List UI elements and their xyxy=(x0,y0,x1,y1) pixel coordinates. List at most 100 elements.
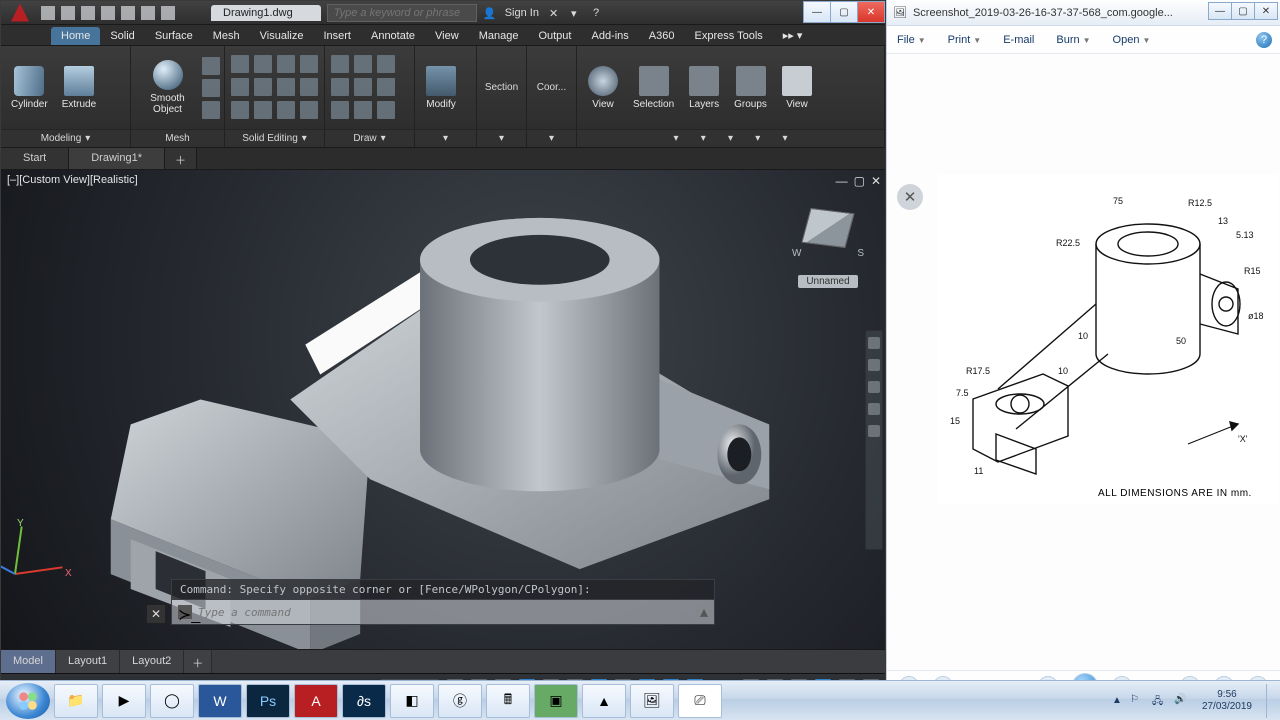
viewer-max-button[interactable]: ▢ xyxy=(1231,2,1255,20)
layout-2[interactable]: Layout2 xyxy=(120,650,184,673)
menu-file[interactable]: File▼ xyxy=(897,34,926,46)
tool-icon[interactable] xyxy=(300,55,318,73)
mesh-tool-icon[interactable] xyxy=(202,57,220,75)
model-viewport[interactable]: [–][Custom View][Realistic] — ▢ ✕ xyxy=(1,170,885,649)
layout-add[interactable]: ＋ xyxy=(184,650,212,673)
tb-ds-icon[interactable]: ∂s xyxy=(342,684,386,718)
tool-icon[interactable] xyxy=(377,101,395,119)
tray-up-icon[interactable]: ▲ xyxy=(1112,695,1122,706)
cube-icon[interactable] xyxy=(801,208,854,248)
viewer-min-button[interactable]: — xyxy=(1208,2,1232,20)
view-button[interactable]: View xyxy=(581,64,625,112)
tb-vlc-icon[interactable]: ▲ xyxy=(582,684,626,718)
menu-email[interactable]: E-mail xyxy=(1003,34,1034,46)
tab-express[interactable]: Express Tools xyxy=(684,27,772,45)
cmd-close-icon[interactable]: ✕ xyxy=(147,605,165,623)
section-button[interactable]: Section xyxy=(485,82,518,93)
tb-calc-icon[interactable]: 🖩 xyxy=(486,684,530,718)
tool-icon[interactable] xyxy=(277,78,295,96)
viewer-help-icon[interactable]: ? xyxy=(1256,32,1272,48)
redo-icon[interactable] xyxy=(161,6,175,20)
modify-button[interactable]: Modify xyxy=(419,64,463,112)
tab-output[interactable]: Output xyxy=(528,27,581,45)
tool-icon[interactable] xyxy=(377,55,395,73)
mesh-tool-icon[interactable] xyxy=(202,101,220,119)
tool-icon[interactable] xyxy=(331,78,349,96)
tab-view[interactable]: View xyxy=(425,27,469,45)
search-input[interactable] xyxy=(327,4,477,22)
smooth-object-button[interactable]: Smooth Object xyxy=(135,58,200,117)
tool-icon[interactable] xyxy=(354,78,372,96)
tool-icon[interactable] xyxy=(277,101,295,119)
nav-showmotion-icon[interactable] xyxy=(868,425,880,437)
mesh-tool-icon[interactable] xyxy=(202,79,220,97)
coord-button[interactable]: Coor... xyxy=(537,82,566,93)
tab-a360[interactable]: A360 xyxy=(639,27,685,45)
tool-icon[interactable] xyxy=(254,101,272,119)
tray-clock[interactable]: 9:56 27/03/2019 xyxy=(1202,689,1252,712)
nav-bar[interactable] xyxy=(865,330,883,550)
panel-modeling-label[interactable]: Modeling ▾ xyxy=(1,129,130,147)
tb-word-icon[interactable]: W xyxy=(198,684,242,718)
menu-open[interactable]: Open▼ xyxy=(1113,34,1151,46)
saveas-icon[interactable] xyxy=(101,6,115,20)
extrude-button[interactable]: Extrude xyxy=(56,64,102,112)
tab-mesh[interactable]: Mesh xyxy=(203,27,250,45)
nav-zoom-icon[interactable] xyxy=(868,381,880,393)
doctab-add[interactable]: ＋ xyxy=(165,148,197,169)
tool-icon[interactable] xyxy=(354,101,372,119)
save-icon[interactable] xyxy=(81,6,95,20)
show-desktop-button[interactable] xyxy=(1266,684,1274,718)
tool-icon[interactable] xyxy=(300,101,318,119)
nav-wheel-icon[interactable] xyxy=(868,337,880,349)
menu-burn[interactable]: Burn▼ xyxy=(1056,34,1090,46)
cylinder-button[interactable]: Cylinder xyxy=(5,64,54,112)
tool-icon[interactable] xyxy=(254,78,272,96)
selection-button[interactable]: Selection xyxy=(627,64,680,112)
tb-ps-icon[interactable]: Ps xyxy=(246,684,290,718)
tab-manage[interactable]: Manage xyxy=(469,27,529,45)
close-button[interactable]: ✕ xyxy=(857,1,885,23)
tray-flag-icon[interactable]: ⚐ xyxy=(1130,694,1144,708)
exchange-icon[interactable]: ✕ xyxy=(549,7,561,19)
tab-insert[interactable]: Insert xyxy=(313,27,361,45)
cmd-recent-icon[interactable]: ▴ xyxy=(700,602,708,622)
tool-icon[interactable] xyxy=(231,55,249,73)
tab-solid[interactable]: Solid xyxy=(100,27,144,45)
tab-home[interactable]: Home xyxy=(51,27,100,45)
groups-button[interactable]: Groups xyxy=(728,64,773,112)
tool-icon[interactable] xyxy=(277,55,295,73)
filename-tab[interactable]: Drawing1.dwg xyxy=(211,5,321,21)
tab-more-icon[interactable]: ▸▸ ▾ xyxy=(773,26,813,45)
tb-explorer-icon[interactable]: 📁 xyxy=(54,684,98,718)
open-icon[interactable] xyxy=(61,6,75,20)
tb-viewer-icon[interactable]: 🖼 xyxy=(630,684,674,718)
tab-annotate[interactable]: Annotate xyxy=(361,27,425,45)
tb-autocad-icon[interactable]: A xyxy=(294,684,338,718)
minimize-button[interactable]: — xyxy=(803,1,831,23)
nav-pan-icon[interactable] xyxy=(868,359,880,371)
tray-net-icon[interactable]: 🖧 xyxy=(1152,694,1166,708)
viewcube[interactable]: WS Unnamed xyxy=(789,210,867,288)
viewer-close-button[interactable]: ✕ xyxy=(1254,2,1278,20)
viewcube-state[interactable]: Unnamed xyxy=(798,275,857,288)
panel-modify-expand[interactable]: ▾ xyxy=(415,129,476,147)
tb-app2-icon[interactable]: ⓖ xyxy=(438,684,482,718)
overlay-close-icon[interactable]: ✕ xyxy=(897,184,923,210)
plot-icon[interactable] xyxy=(121,6,135,20)
tool-icon[interactable] xyxy=(331,55,349,73)
tb-rec-icon[interactable]: ⎚ xyxy=(678,684,722,718)
signin-button[interactable]: Sign In xyxy=(505,7,539,19)
tray-vol-icon[interactable]: 🔊 xyxy=(1174,694,1188,708)
doctab-drawing1[interactable]: Drawing1* xyxy=(69,148,165,169)
tool-icon[interactable] xyxy=(300,78,318,96)
tab-surface[interactable]: Surface xyxy=(145,27,203,45)
panel-draw-label[interactable]: Draw ▾ xyxy=(325,129,414,147)
tab-visualize[interactable]: Visualize xyxy=(250,27,314,45)
maximize-button[interactable]: ▢ xyxy=(830,1,858,23)
dropdown-icon[interactable]: ▾ xyxy=(571,7,583,19)
panel-solidedit-label[interactable]: Solid Editing ▾ xyxy=(225,129,324,147)
layout-model[interactable]: Model xyxy=(1,650,56,673)
tool-icon[interactable] xyxy=(331,101,349,119)
panel-coord-expand[interactable]: ▾ xyxy=(527,129,576,147)
